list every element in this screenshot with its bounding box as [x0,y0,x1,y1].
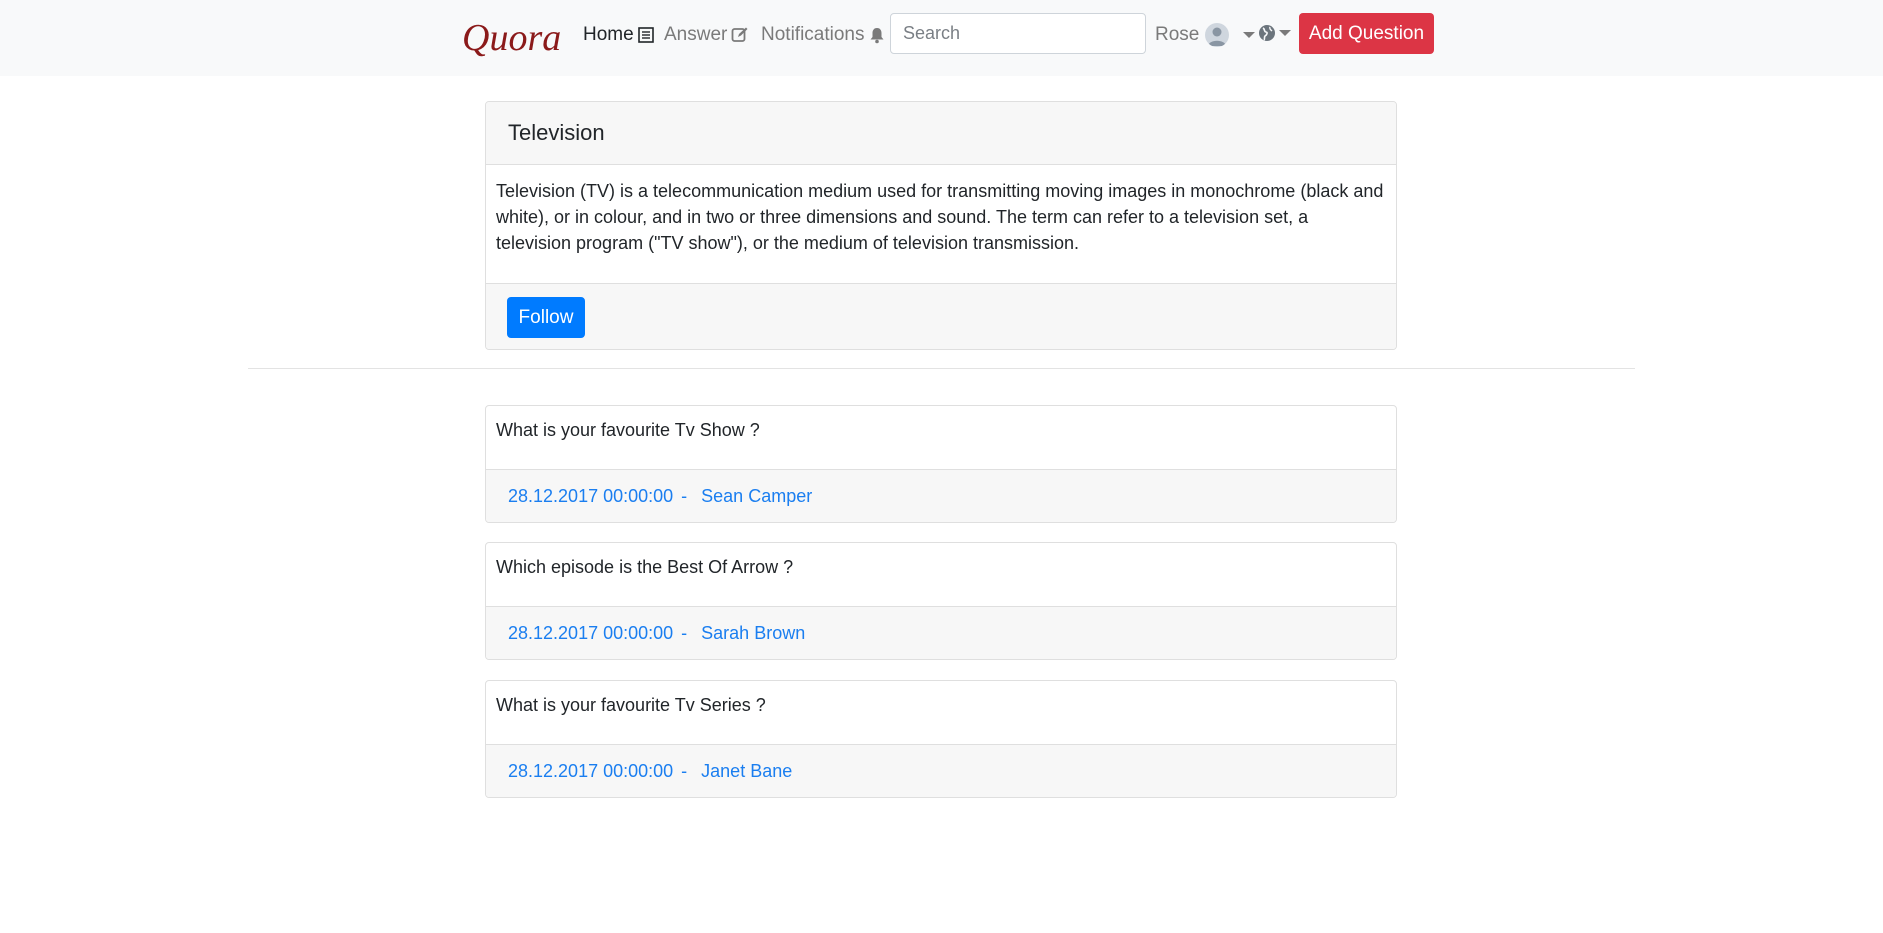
question-separator: - [681,623,688,643]
list-icon [637,27,654,43]
question-meta: 28.12.2017 00:00:00 - Janet Bane [486,745,1396,797]
question-title[interactable]: Which episode is the Best Of Arrow ? [486,543,1396,607]
question-author[interactable]: Sean Camper [701,486,812,507]
question-title[interactable]: What is your favourite Tv Series ? [486,681,1396,745]
user-menu[interactable]: Rose [1155,22,1256,48]
add-question-button[interactable]: Add Question [1299,13,1434,54]
user-avatar-icon [1205,23,1230,47]
question-card: What is your favourite Tv Series ? 28.12… [485,680,1397,798]
caret-down-icon [1243,32,1256,38]
question-date[interactable]: 28.12.2017 00:00:00 [508,623,673,644]
question-title[interactable]: What is your favourite Tv Show ? [486,406,1396,470]
nav-home[interactable]: Home [583,22,654,48]
nav-home-label: Home [583,24,634,45]
question-separator: - [681,486,688,506]
bell-icon [869,27,885,44]
edit-icon [731,26,749,44]
topic-footer: Follow [486,284,1396,349]
nav-answer[interactable]: Answer [664,22,749,48]
nav-notifications-label: Notifications [761,24,865,45]
question-meta: 28.12.2017 00:00:00 - Sean Camper [486,470,1396,522]
question-author[interactable]: Sarah Brown [701,623,805,644]
question-date[interactable]: 28.12.2017 00:00:00 [508,761,673,782]
follow-button[interactable]: Follow [507,297,585,338]
language-menu[interactable] [1258,24,1291,42]
divider [248,368,1635,369]
question-date[interactable]: 28.12.2017 00:00:00 [508,486,673,507]
nav-answer-label: Answer [664,24,728,45]
topic-card: Television Television (TV) is a telecomm… [485,101,1397,350]
search-input[interactable] [890,13,1146,54]
question-separator: - [681,761,688,781]
question-author[interactable]: Janet Bane [701,761,792,782]
question-card: Which episode is the Best Of Arrow ? 28.… [485,542,1397,660]
globe-icon [1258,24,1276,42]
caret-down-icon [1279,30,1291,36]
brand-logo[interactable]: Quora [462,14,561,62]
topic-title: Television [486,102,1396,165]
navbar: Quora Home Answer Notifications Rose Add… [0,0,1883,76]
question-meta: 28.12.2017 00:00:00 - Sarah Brown [486,607,1396,659]
user-name: Rose [1155,24,1200,45]
question-card: What is your favourite Tv Show ? 28.12.2… [485,405,1397,523]
nav-notifications[interactable]: Notifications [761,22,885,48]
topic-description: Television (TV) is a telecommunication m… [486,165,1396,284]
